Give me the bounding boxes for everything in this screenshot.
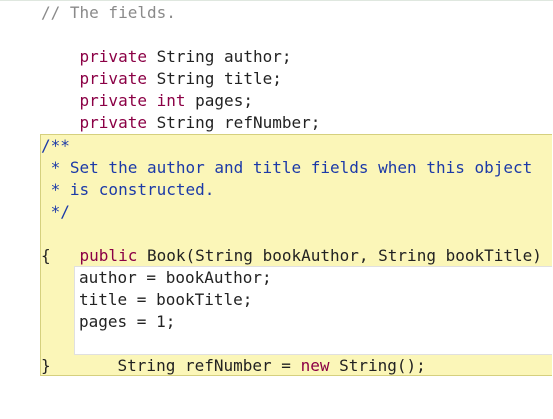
constructor-declaration: Book(String bookAuthor, String bookTitle… bbox=[146, 246, 542, 265]
statement-title[interactable]: title = bookTitle; bbox=[79, 289, 252, 311]
code-editor[interactable]: // The fields. private String author; pr… bbox=[0, 0, 553, 419]
constructor-signature[interactable]: public Book(String bookAuthor, String bo… bbox=[41, 223, 542, 265]
doc-comment-line: * Set the author and title fields when t… bbox=[41, 158, 533, 177]
constructor-open-brace: { bbox=[41, 246, 51, 265]
doc-comment-close: */ bbox=[41, 202, 70, 221]
constructor-close-brace: } bbox=[41, 356, 51, 375]
field-pages[interactable]: private int pages; bbox=[41, 68, 253, 110]
field-author[interactable]: private String author; bbox=[41, 24, 292, 66]
statement-pages[interactable]: pages = 1; bbox=[79, 311, 175, 333]
fields-comment: // The fields. bbox=[41, 3, 176, 22]
statement-refnumber[interactable]: String refNumber = new String(); bbox=[79, 333, 426, 375]
statement-author[interactable]: author = bookAuthor; bbox=[79, 267, 272, 289]
field-title[interactable]: private String title; bbox=[41, 46, 282, 88]
doc-comment-open: /** bbox=[41, 136, 70, 155]
editor-left-margin bbox=[0, 1, 5, 419]
constructor-modifier: public bbox=[79, 246, 138, 265]
new-keyword: new bbox=[300, 356, 330, 375]
field-refnumber[interactable]: private String refNumber; bbox=[41, 90, 321, 132]
doc-comment-line: * is constructed. bbox=[41, 180, 215, 199]
field-modifier: private bbox=[79, 113, 147, 132]
field-type: String bbox=[156, 113, 215, 132]
statement-text: String(); bbox=[329, 356, 426, 375]
field-name: refNumber; bbox=[224, 113, 321, 132]
statement-text: String refNumber = bbox=[117, 356, 301, 375]
